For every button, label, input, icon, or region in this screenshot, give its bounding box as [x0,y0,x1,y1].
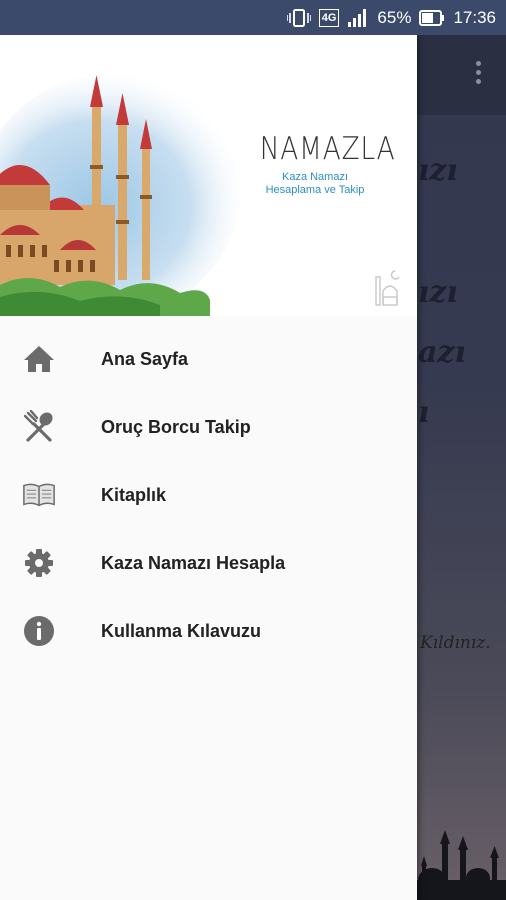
background-text-fragment: ı [418,395,430,430]
mosque-illustration [0,75,240,316]
background-text-fragment: azı [418,335,466,370]
network-type-icon: 4G [318,8,340,27]
menu-item-calculate[interactable]: Kaza Namazı Hesapla [0,529,417,597]
info-icon [22,614,56,648]
app-name: NAMAZLA [259,131,396,167]
mosque-silhouette-icon [414,830,506,900]
background-footer-text: Kıldınız. [420,633,491,653]
mosque-line-icon [375,270,400,306]
overflow-menu-icon[interactable] [476,61,482,88]
navigation-drawer: NAMAZLA Kaza Namazı Hesaplama ve Takip A… [0,35,417,900]
app-subtitle: Kaza Namazı Hesaplama ve Takip [265,171,365,196]
menu-item-label: Oruç Borcu Takip [101,416,251,437]
menu-item-home[interactable]: Ana Sayfa [0,325,417,393]
drawer-menu: Ana Sayfa Oruç Borcu Takip Kitaplık Kaza… [0,325,417,665]
status-bar: 4G 65% 17:36 [0,0,506,35]
book-icon [22,478,56,512]
vibrate-icon [286,8,311,28]
menu-item-library[interactable]: Kitaplık [0,461,417,529]
menu-item-label: Kaza Namazı Hesapla [101,552,286,573]
app-brand: NAMAZLA Kaza Namazı Hesaplama ve Takip [250,131,396,197]
drawer-header: NAMAZLA Kaza Namazı Hesaplama ve Takip [0,35,417,316]
signal-icon [347,8,369,28]
menu-item-user-guide[interactable]: Kullanma Kılavuzu [0,597,417,665]
battery-icon [419,9,445,27]
gear-icon [22,546,56,580]
menu-item-label: Kullanma Kılavuzu [101,620,262,641]
background-text-fragment: ızı [418,275,458,310]
home-icon [22,342,56,376]
menu-item-label: Ana Sayfa [101,348,189,369]
clock: 17:36 [453,7,496,27]
background-text-fragment: ızı [418,153,458,188]
menu-item-label: Kitaplık [101,484,167,505]
battery-percent: 65% [377,7,412,27]
fork-spoon-icon [22,410,56,444]
menu-item-fasting-debt[interactable]: Oruç Borcu Takip [0,393,417,461]
